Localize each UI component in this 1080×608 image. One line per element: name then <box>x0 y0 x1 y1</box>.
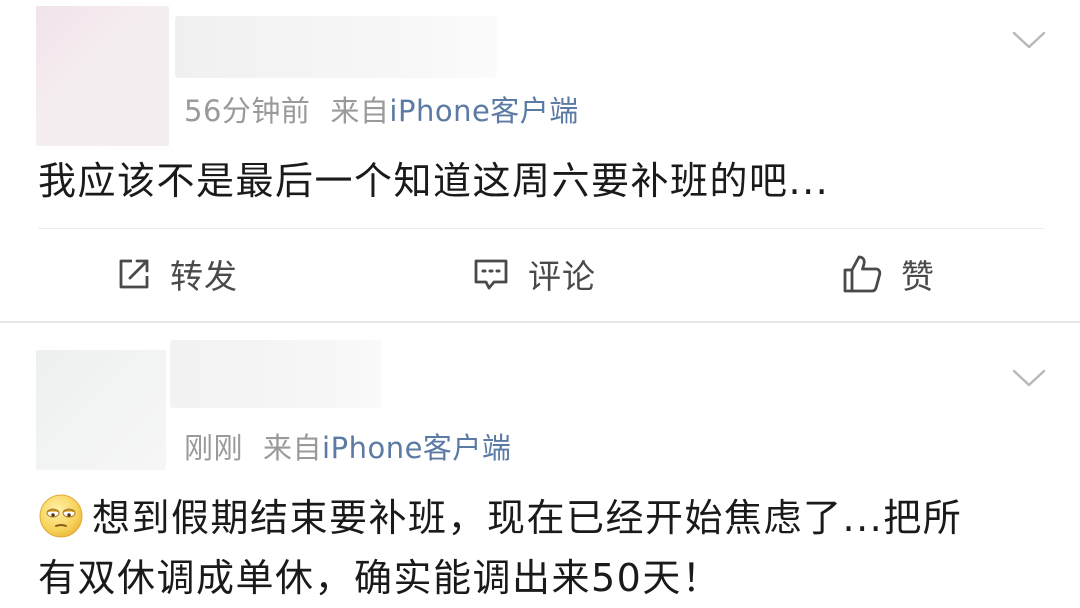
username[interactable] <box>170 340 382 408</box>
share-arrow-icon <box>119 259 149 289</box>
avatar[interactable] <box>36 350 166 470</box>
from-label: 来自 <box>263 431 323 465</box>
post-meta: 56分钟前 来自iPhone客户端 <box>184 88 579 130</box>
post-text-line2: 有双休调成单休，确实能调出来50天！ <box>38 556 722 600</box>
thumbs-up-icon <box>843 255 882 293</box>
comment-button[interactable]: 评论 <box>472 251 596 297</box>
chevron-down-icon[interactable] <box>1012 30 1046 50</box>
post-time: 56分钟前 <box>184 94 311 128</box>
avatar[interactable] <box>36 6 169 146</box>
chevron-down-icon[interactable] <box>1012 368 1046 388</box>
eye-roll-emoji <box>39 494 83 538</box>
username[interactable] <box>175 16 497 78</box>
client-link[interactable]: iPhone客户端 <box>322 431 511 465</box>
action-bar: 转发 评论 赞 <box>38 228 1044 321</box>
client-link[interactable]: iPhone客户端 <box>389 94 578 128</box>
comment-bubble-icon <box>474 259 508 290</box>
from-label: 来自 <box>330 94 390 128</box>
comment-label: 评论 <box>528 257 596 296</box>
feed-post[interactable]: 刚刚 来自iPhone客户端 想到假期结束要补班，现在已经开始焦虑了...把所 … <box>0 322 1080 603</box>
feed-post[interactable]: 56分钟前 来自iPhone客户端 我应该不是最后一个知道这周六要补班的吧... … <box>0 0 1080 323</box>
post-text: 想到假期结束要补班，现在已经开始焦虑了...把所 有双休调成单休，确实能调出来5… <box>38 488 962 608</box>
post-meta: 刚刚 来自iPhone客户端 <box>184 425 511 467</box>
post-text-line: 想到假期结束要补班，现在已经开始焦虑了...把所 <box>38 488 962 548</box>
repost-label: 转发 <box>170 257 238 296</box>
post-text-line1: 想到假期结束要补班，现在已经开始焦虑了...把所 <box>92 496 963 540</box>
repost-button[interactable]: 转发 <box>116 251 238 297</box>
like-label: 赞 <box>901 257 935 296</box>
post-time: 刚刚 <box>184 431 244 465</box>
like-button[interactable]: 赞 <box>841 251 935 297</box>
post-text: 我应该不是最后一个知道这周六要补班的吧... <box>38 159 830 203</box>
